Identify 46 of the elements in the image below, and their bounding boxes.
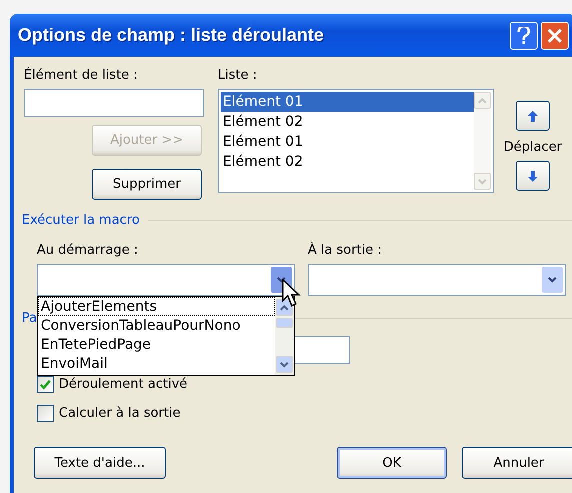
scroll-thumb[interactable] (276, 318, 293, 328)
dropdown-option[interactable]: ConversionTableauPourNono (38, 316, 275, 335)
list-label: Liste : (218, 68, 258, 83)
section-title: Exécuter la macro (22, 213, 140, 228)
move-label: Déplacer (504, 140, 562, 155)
dialog-button[interactable]: OK (337, 447, 447, 479)
dropdown-option[interactable]: AjouterElements (38, 297, 275, 316)
check-icon (40, 380, 51, 390)
dropdown-option[interactable]: EnTetePiedPage (38, 335, 275, 354)
scroll-down-button[interactable] (276, 356, 293, 373)
list-item[interactable]: Elément 01 (221, 132, 474, 152)
scrollbar[interactable] (275, 297, 294, 375)
window-title: Options de champ : liste déroulante (18, 25, 326, 46)
checkbox-label: Déroulement activé (59, 377, 188, 392)
field-label: Au démarrage : (37, 243, 140, 258)
checkbox[interactable] (37, 405, 54, 422)
dropdown-option[interactable]: EnvoiMail (38, 354, 275, 373)
list-item[interactable]: Elément 02 (221, 152, 474, 172)
dialog-button[interactable]: Annuler (462, 447, 572, 479)
field-label: Élément de liste : (24, 68, 139, 83)
chevron-down-icon (478, 178, 487, 184)
arrow-down-icon (528, 170, 538, 182)
scroll-up-icon (478, 98, 487, 104)
close-icon (547, 28, 563, 44)
help-icon (517, 26, 531, 44)
scroll-up-button[interactable] (276, 299, 293, 316)
close-button[interactable] (541, 22, 569, 50)
dropdown[interactable] (308, 264, 566, 296)
chevron-down-icon (280, 362, 289, 368)
remove-button[interactable]: Supprimer (92, 169, 202, 200)
list-box[interactable]: Elément 01 Elément 02 Elément 01 Elément 02 (218, 89, 494, 193)
chevron-down-icon (277, 277, 286, 283)
section-title: Pa (22, 311, 38, 326)
chevron-down-icon (548, 277, 557, 283)
field-label: À la sortie : (308, 243, 384, 258)
input-field[interactable] (24, 89, 204, 117)
list-item[interactable]: Elément 01 (221, 92, 474, 112)
move-up-button[interactable] (516, 101, 550, 131)
checkbox[interactable] (37, 376, 54, 393)
checkbox-label: Calculer à la sortie (59, 406, 181, 421)
arrow-up-icon (528, 110, 538, 122)
list-item[interactable]: Elément 02 (221, 112, 474, 132)
dialog-button[interactable]: Texte d'aide... (34, 447, 166, 479)
help-button[interactable] (510, 22, 538, 50)
scroll-up-icon (280, 304, 289, 310)
move-down-button[interactable] (516, 161, 550, 191)
